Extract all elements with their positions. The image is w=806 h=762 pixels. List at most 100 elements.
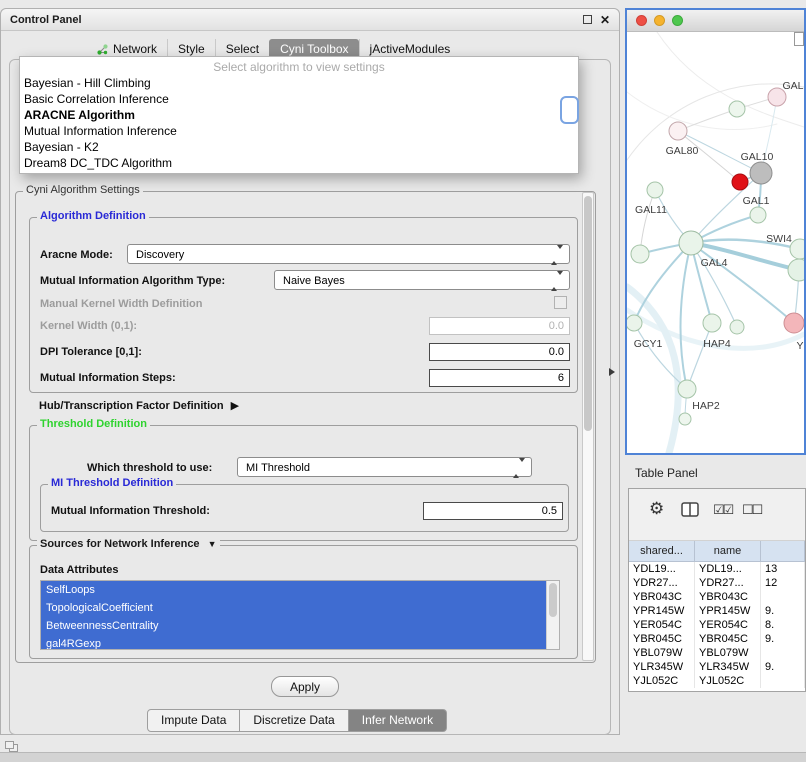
sources-group-title[interactable]: Sources for Network Inference ▼ — [37, 538, 220, 550]
table-cell[interactable] — [761, 674, 805, 688]
network-edge[interactable] — [627, 287, 678, 453]
network-node-gal4[interactable] — [679, 231, 703, 255]
mac-minimize-button[interactable] — [654, 15, 665, 26]
network-node[interactable] — [730, 320, 744, 334]
select-none-icon[interactable]: ☐☐ — [742, 502, 761, 518]
network-node-gal80[interactable] — [669, 122, 687, 140]
network-canvas[interactable]: GALGAL80GAL10GAL11GAL1SWI4GAL4GCY1HAP4YH… — [627, 32, 804, 453]
algorithm-option-aracne-algorithm[interactable]: ARACNE Algorithm — [20, 107, 578, 123]
table-cell[interactable]: YLR345W — [695, 660, 761, 674]
data-attributes-list[interactable]: SelfLoopsTopologicalCoefficientBetweenne… — [40, 580, 560, 650]
bottom-tab-impute-data[interactable]: Impute Data — [147, 709, 240, 732]
kernel-width-input[interactable] — [429, 317, 570, 335]
gear-icon[interactable]: ⚙ — [649, 499, 664, 519]
table-cell[interactable]: 9. — [761, 660, 805, 674]
columns-icon[interactable] — [681, 502, 699, 520]
table-cell[interactable]: YER054C — [695, 618, 761, 632]
table-cell[interactable]: YBL079W — [629, 646, 695, 660]
network-node-hap2[interactable] — [678, 380, 696, 398]
header-cell-2[interactable] — [761, 541, 805, 561]
table-row[interactable]: YDR27...YDR27...12 — [629, 576, 805, 590]
algorithm-option-dream8-dc-tdc-algorithm[interactable]: Dream8 DC_TDC Algorithm — [20, 155, 578, 171]
mac-zoom-button[interactable] — [672, 15, 683, 26]
network-edge[interactable] — [691, 173, 761, 243]
network-edge[interactable] — [687, 323, 712, 389]
table-row[interactable]: YER054CYER054C8. — [629, 618, 805, 632]
network-canvas-svg[interactable]: GALGAL80GAL10GAL11GAL1SWI4GAL4GCY1HAP4YH… — [627, 32, 804, 453]
algorithm-option-basic-correlation-inference[interactable]: Basic Correlation Inference — [20, 91, 578, 107]
algorithm-option-bayesian-k2[interactable]: Bayesian - K2 — [20, 139, 578, 155]
table-cell[interactable]: 9. — [761, 604, 805, 618]
table-cell[interactable]: YPR145W — [629, 604, 695, 618]
network-node-y[interactable] — [784, 313, 804, 333]
table-cell[interactable]: 9. — [761, 632, 805, 646]
table-row[interactable]: YBL079WYBL079W — [629, 646, 805, 660]
table-cell[interactable]: YDL19... — [695, 562, 761, 576]
select-all-icon[interactable]: ☑☑ — [713, 502, 732, 518]
table-cell[interactable]: YLR345W — [629, 660, 695, 674]
attributes-scrollbar-thumb[interactable] — [549, 583, 557, 617]
attributes-scrollbar[interactable] — [546, 581, 559, 649]
control-panel-titlebar[interactable]: Control Panel ✕ — [1, 9, 619, 31]
table-cell[interactable] — [761, 590, 805, 604]
table-cell[interactable]: YBR045C — [629, 632, 695, 646]
network-node-gal11[interactable] — [647, 182, 663, 198]
network-node[interactable] — [788, 259, 804, 281]
network-node-gal1[interactable] — [750, 207, 766, 223]
table-row[interactable]: YBR043CYBR043C — [629, 590, 805, 604]
table-cell[interactable]: YBR045C — [695, 632, 761, 646]
table-row[interactable]: YBR045CYBR045C9. — [629, 632, 805, 646]
table-cell[interactable]: YPR145W — [695, 604, 761, 618]
mac-close-button[interactable] — [636, 15, 647, 26]
network-node[interactable] — [729, 101, 745, 117]
network-node-gal10[interactable] — [750, 162, 772, 184]
bottom-tab-discretize-data[interactable]: Discretize Data — [240, 709, 348, 732]
network-node[interactable] — [631, 245, 649, 263]
table-cell[interactable]: YDR27... — [629, 576, 695, 590]
overview-box[interactable] — [794, 32, 804, 46]
attribute-item-selfloops[interactable]: SelfLoops — [41, 581, 546, 599]
minimized-window-icon[interactable] — [5, 741, 19, 752]
settings-scrollbar-thumb[interactable] — [584, 196, 592, 431]
network-edge[interactable] — [640, 190, 655, 254]
network-node-hap4[interactable] — [703, 314, 721, 332]
table-row[interactable]: YLR345WYLR345W9. — [629, 660, 805, 674]
splitter-arrow-icon[interactable] — [609, 368, 615, 376]
manual-kernel-checkbox[interactable] — [554, 296, 567, 309]
table-row[interactable]: YPR145WYPR145W9. — [629, 604, 805, 618]
network-node-swi4[interactable] — [790, 239, 804, 259]
header-cell-shared[interactable]: shared... — [629, 541, 695, 561]
hub-definition-toggle[interactable]: Hub/Transcription Factor Definition ▶ — [39, 399, 239, 412]
header-cell-name[interactable]: name — [695, 541, 761, 561]
network-edge[interactable] — [627, 92, 777, 129]
table-cell[interactable]: YDR27... — [695, 576, 761, 590]
aracne-mode-select[interactable]: Discovery — [127, 244, 570, 264]
mi-type-select[interactable]: Naive Bayes — [274, 270, 570, 290]
network-window-titlebar[interactable] — [627, 10, 804, 32]
table-cell[interactable]: YBR043C — [695, 590, 761, 604]
network-node[interactable] — [732, 174, 748, 190]
algorithm-option-bayesian-hill-climbing[interactable]: Bayesian - Hill Climbing — [20, 75, 578, 91]
table-row[interactable]: YDL19...YDL19...13 — [629, 562, 805, 576]
network-node-gcy1[interactable] — [627, 315, 642, 331]
table-cell[interactable]: 12 — [761, 576, 805, 590]
table-cell[interactable]: YBR043C — [629, 590, 695, 604]
attribute-item-topologicalcoefficient[interactable]: TopologicalCoefficient — [41, 599, 546, 617]
table-cell[interactable]: YER054C — [629, 618, 695, 632]
table-row[interactable]: YJL052CYJL052C — [629, 674, 805, 688]
table-cell[interactable]: 8. — [761, 618, 805, 632]
float-window-icon[interactable] — [583, 15, 592, 24]
settings-scrollbar[interactable] — [582, 192, 594, 661]
apply-button[interactable]: Apply — [271, 676, 339, 697]
close-icon[interactable]: ✕ — [600, 14, 610, 26]
table-cell[interactable]: YBL079W — [695, 646, 761, 660]
table-cell[interactable]: YJL052C — [629, 674, 695, 688]
mi-threshold-input[interactable] — [423, 502, 563, 520]
table-cell[interactable]: YJL052C — [695, 674, 761, 688]
mi-steps-input[interactable] — [429, 369, 570, 387]
network-node[interactable] — [679, 413, 691, 425]
attribute-item-gal4rgexp[interactable]: gal4RGexp — [41, 635, 546, 650]
table-cell[interactable] — [761, 646, 805, 660]
table-cell[interactable]: YDL19... — [629, 562, 695, 576]
bottom-tab-infer-network[interactable]: Infer Network — [349, 709, 447, 732]
